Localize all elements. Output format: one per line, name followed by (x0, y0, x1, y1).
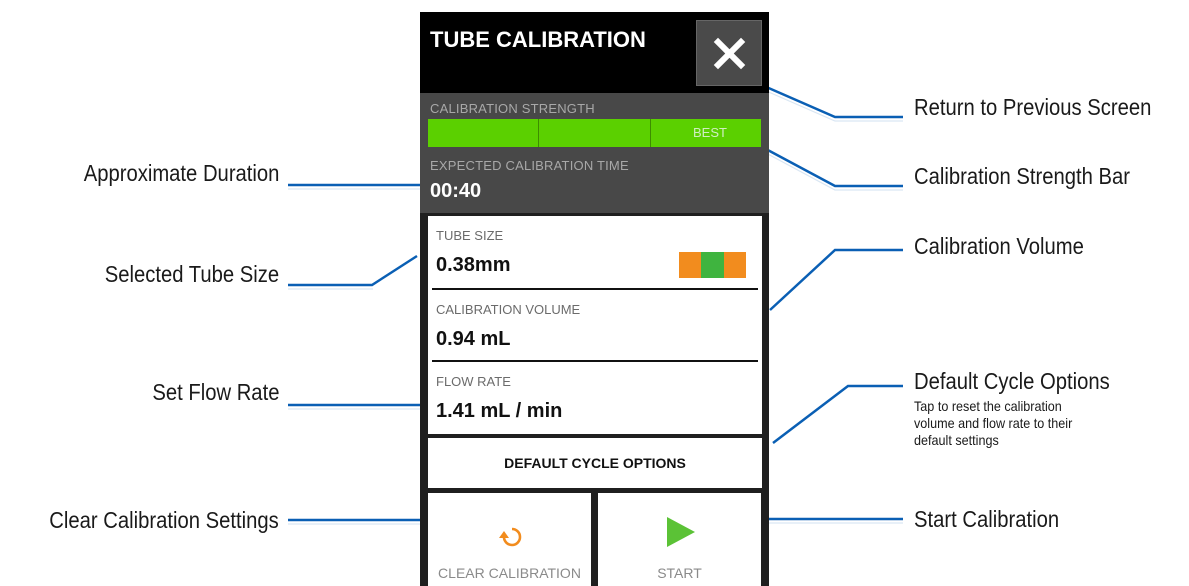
callout-set-flow-rate: Set Flow Rate (151, 379, 279, 405)
play-icon (667, 517, 695, 547)
start-button[interactable]: START (598, 493, 761, 586)
callout-default-cycle: Default Cycle Options (914, 368, 1110, 394)
callout-calibration-volume: Calibration Volume (914, 233, 1084, 259)
header-bar: TUBE CALIBRATION (420, 12, 769, 93)
callout-clear-settings: Clear Calibration Settings (49, 507, 279, 533)
expected-time-label: EXPECTED CALIBRATION TIME (430, 158, 629, 173)
clear-calibration-button[interactable]: CLEAR CALIBRATION (428, 493, 591, 586)
tube-color-chip (679, 252, 746, 278)
callout-return-previous: Return to Previous Screen (914, 94, 1152, 120)
close-button[interactable] (696, 20, 762, 86)
callout-approx-duration: Approximate Duration (83, 160, 279, 186)
callout-start-calibration: Start Calibration (914, 506, 1060, 532)
expected-time-value: 00:40 (430, 180, 482, 202)
calibration-volume-row[interactable]: CALIBRATION VOLUME 0.94 mL (428, 290, 762, 362)
calibration-strength-bar: BEST (428, 119, 761, 147)
calibration-volume-value: 0.94 mL (436, 328, 511, 350)
strength-segment-3: BEST (650, 119, 761, 147)
tube-size-label: TUBE SIZE (436, 228, 504, 243)
calibration-strength-label: CALIBRATION STRENGTH (430, 101, 595, 116)
callout-line-return (763, 84, 903, 119)
strength-level-label: BEST (693, 125, 727, 140)
tube-size-row[interactable]: TUBE SIZE 0.38mm (428, 216, 762, 288)
start-label: START (657, 565, 702, 581)
strength-segment-2 (539, 119, 651, 147)
tube-size-value: 0.38mm (436, 254, 511, 276)
callout-strength-bar: Calibration Strength Bar (914, 163, 1131, 189)
page-title: TUBE CALIBRATION (430, 27, 646, 52)
settings-panel: TUBE SIZE 0.38mm CALIBRATION VOLUME 0.94… (428, 216, 762, 434)
default-cycle-options-button[interactable]: DEFAULT CYCLE OPTIONS (428, 438, 762, 488)
callout-selected-tube-size: Selected Tube Size (104, 261, 279, 287)
flow-rate-value: 1.41 mL / min (436, 400, 563, 422)
device-screen: TUBE CALIBRATION CALIBRATION STRENGTH BE… (420, 12, 769, 586)
flow-rate-label: FLOW RATE (436, 374, 511, 389)
callout-line-default (772, 384, 903, 444)
reset-icon (499, 527, 522, 547)
strength-segment-1 (428, 119, 540, 147)
clear-calibration-label: CLEAR CALIBRATION (438, 565, 581, 581)
callout-line-tube (288, 254, 418, 287)
close-icon (713, 37, 746, 70)
callout-line-volume (769, 248, 903, 311)
callout-default-cycle-desc: Tap to reset the calibration volume and … (914, 398, 1073, 448)
callout-line-strength (763, 146, 903, 188)
flow-rate-row[interactable]: FLOW RATE 1.41 mL / min (428, 362, 762, 434)
calibration-volume-label: CALIBRATION VOLUME (436, 302, 581, 317)
